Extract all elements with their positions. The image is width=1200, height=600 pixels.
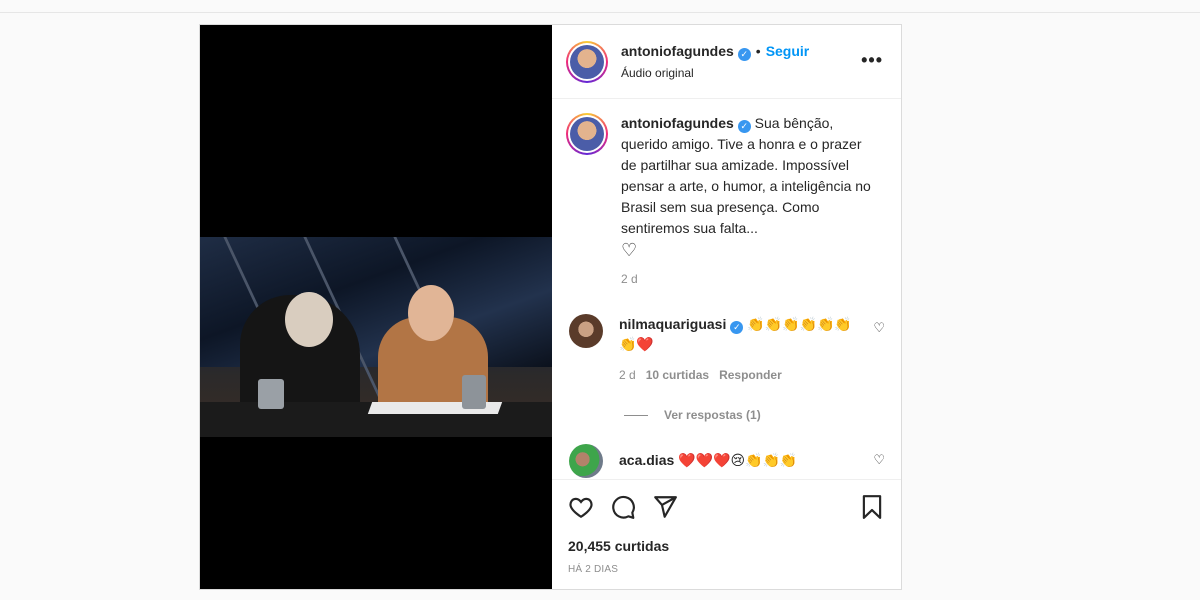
save-icon[interactable] bbox=[859, 494, 885, 520]
comment-username[interactable]: aca.dias bbox=[619, 452, 674, 468]
comment-item: nilmaquariguasi ✓ 👏👏👏👏👏👏👏❤️ 2 d 10 curtida… bbox=[566, 314, 885, 382]
avatar-image bbox=[570, 117, 604, 151]
verified-icon: ✓ bbox=[737, 48, 751, 61]
comment-text-line: aca.dias ❤️❤️❤️😢👏👏👏 bbox=[619, 450, 869, 470]
commenter-avatar[interactable] bbox=[569, 444, 603, 478]
caption-time: 2 d bbox=[621, 272, 638, 286]
caption-username[interactable]: antoniofagundes bbox=[621, 115, 734, 131]
author-username[interactable]: antoniofagundes bbox=[621, 43, 734, 59]
comment-text: ❤️❤️❤️😢👏👏👏 bbox=[678, 452, 798, 468]
comment-icon[interactable] bbox=[610, 494, 636, 520]
caption-text-block: antoniofagundes ✓ Sua bênção, querido ami… bbox=[621, 113, 879, 290]
follow-button[interactable]: Seguir bbox=[766, 43, 810, 59]
comment-meta: 2 d 10 curtidas Responder bbox=[619, 368, 869, 382]
caption-text: Sua bênção, querido amigo. Tive a honra … bbox=[621, 115, 871, 236]
verified-icon: ✓ bbox=[737, 120, 751, 133]
comments-section[interactable]: antoniofagundes ✓ Sua bênção, querido ami… bbox=[552, 99, 901, 479]
comment-likes[interactable]: 10 curtidas bbox=[646, 368, 709, 382]
comment-item: aca.dias ❤️❤️❤️😢👏👏👏 ♡ bbox=[566, 444, 885, 478]
likes-count[interactable]: 20,455 curtidas bbox=[568, 538, 885, 554]
photo-person-right-head bbox=[408, 285, 454, 341]
verified-icon: ✓ bbox=[730, 321, 744, 334]
audio-label[interactable]: Áudio original bbox=[621, 66, 809, 80]
action-bar bbox=[568, 494, 885, 520]
avatar-image bbox=[570, 44, 604, 79]
post-media[interactable] bbox=[200, 25, 552, 589]
caption-avatar[interactable] bbox=[566, 113, 608, 155]
comment-text-line: nilmaquariguasi ✓ 👏👏👏👏👏👏👏❤️ bbox=[619, 314, 869, 354]
comment-username[interactable]: nilmaquariguasi bbox=[619, 316, 726, 332]
like-icon[interactable] bbox=[568, 494, 594, 520]
separator-dot: • bbox=[755, 43, 761, 59]
comment-like-heart-icon[interactable]: ♡ bbox=[873, 452, 885, 468]
commenter-avatar[interactable] bbox=[569, 314, 603, 348]
avatar-ring-inner bbox=[568, 42, 606, 81]
replies-line bbox=[624, 414, 648, 416]
more-options-icon[interactable]: ••• bbox=[861, 50, 883, 71]
comment-time: 2 d bbox=[619, 368, 636, 382]
post-sidebar: antoniofagundes ✓ • Seguir Áudio original •… bbox=[552, 25, 901, 589]
view-replies-label: Ver respostas (1) bbox=[664, 408, 761, 422]
caption: antoniofagundes ✓ Sua bênção, querido ami… bbox=[566, 113, 885, 290]
photo-mug bbox=[258, 379, 284, 409]
comment-like-heart-icon[interactable]: ♡ bbox=[873, 320, 885, 336]
author-avatar[interactable] bbox=[566, 40, 608, 83]
author-info: antoniofagundes ✓ • Seguir Áudio original bbox=[621, 43, 809, 80]
post-modal: antoniofagundes ✓ • Seguir Áudio original •… bbox=[199, 24, 902, 590]
photo-mug bbox=[462, 375, 486, 409]
reply-button[interactable]: Responder bbox=[719, 368, 782, 382]
page-top-border bbox=[0, 12, 1200, 13]
post-photo bbox=[200, 237, 552, 437]
avatar-ring-inner bbox=[568, 115, 606, 153]
post-timestamp[interactable]: HÁ 2 DIAS bbox=[568, 564, 885, 575]
view-replies-button[interactable]: Ver respostas (1) bbox=[624, 408, 885, 422]
caption-heart-emoji: ♡ bbox=[621, 240, 638, 260]
post-actions: 20,455 curtidas HÁ 2 DIAS bbox=[552, 479, 901, 589]
photo-person-left-head bbox=[285, 292, 333, 347]
share-icon[interactable] bbox=[652, 494, 678, 520]
comment-body: aca.dias ❤️❤️❤️😢👏👏👏 bbox=[619, 444, 869, 478]
post-header: antoniofagundes ✓ • Seguir Áudio original •… bbox=[552, 25, 901, 99]
comment-body: nilmaquariguasi ✓ 👏👏👏👏👏👏👏❤️ 2 d 10 curtida… bbox=[619, 314, 869, 382]
